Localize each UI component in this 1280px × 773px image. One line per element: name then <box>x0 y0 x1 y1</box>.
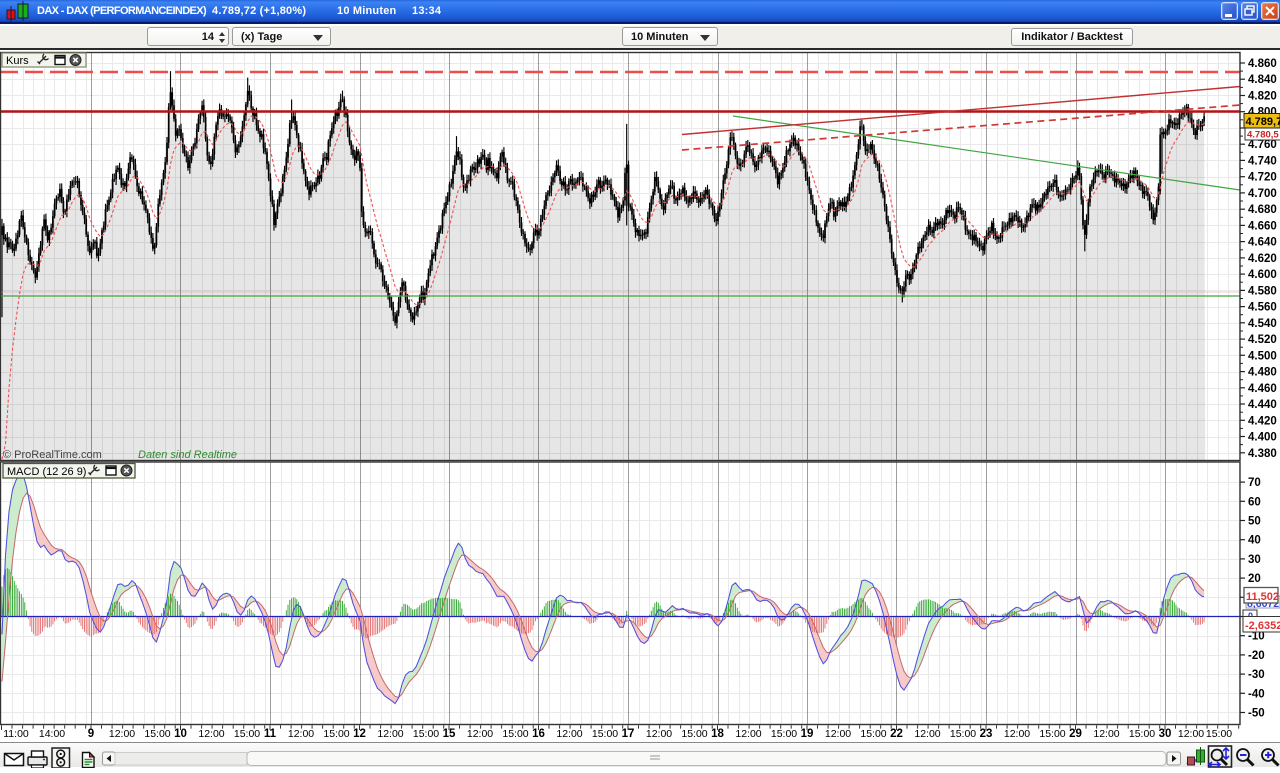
svg-text:4.380: 4.380 <box>1248 448 1277 460</box>
svg-text:23: 23 <box>980 728 993 740</box>
svg-text:4.640: 4.640 <box>1248 237 1277 249</box>
svg-text:15:00: 15:00 <box>502 728 528 740</box>
svg-text:30: 30 <box>1248 554 1261 566</box>
svg-text:12:00: 12:00 <box>467 728 493 740</box>
svg-text:12:00: 12:00 <box>1093 728 1119 740</box>
svg-text:12:00: 12:00 <box>825 728 851 740</box>
svg-text:4.480: 4.480 <box>1248 367 1277 379</box>
svg-text:© ProRealTime.com: © ProRealTime.com <box>3 449 102 461</box>
svg-text:4.580: 4.580 <box>1248 285 1277 297</box>
svg-text:12:00: 12:00 <box>198 728 224 740</box>
svg-text:4.600: 4.600 <box>1248 269 1277 281</box>
svg-text:22: 22 <box>890 728 903 740</box>
svg-text:4.460: 4.460 <box>1248 383 1277 395</box>
svg-text:4.400: 4.400 <box>1248 432 1277 444</box>
svg-text:4.820: 4.820 <box>1248 91 1277 103</box>
svg-text:4.780,5: 4.780,5 <box>1247 130 1279 141</box>
svg-text:12:00: 12:00 <box>914 728 940 740</box>
svg-text:-40: -40 <box>1248 688 1265 700</box>
svg-text:12:00: 12:00 <box>109 728 135 740</box>
svg-text:4.760: 4.760 <box>1248 139 1277 151</box>
svg-text:12:00: 12:00 <box>735 728 761 740</box>
svg-text:12:00: 12:00 <box>288 728 314 740</box>
svg-text:12: 12 <box>353 728 366 740</box>
svg-text:70: 70 <box>1248 477 1261 489</box>
svg-text:15:00: 15:00 <box>592 728 618 740</box>
svg-text:12:00: 12:00 <box>1178 728 1204 740</box>
svg-text:-30: -30 <box>1248 669 1265 681</box>
svg-text:4.720: 4.720 <box>1248 172 1277 184</box>
svg-text:15:00: 15:00 <box>144 728 170 740</box>
svg-text:12:00: 12:00 <box>377 728 403 740</box>
svg-text:-50: -50 <box>1248 708 1265 720</box>
svg-text:4.620: 4.620 <box>1248 253 1277 265</box>
svg-text:50: 50 <box>1248 516 1261 528</box>
svg-text:12:00: 12:00 <box>1004 728 1030 740</box>
svg-text:15:00: 15:00 <box>1206 728 1232 740</box>
svg-text:29: 29 <box>1069 728 1082 740</box>
svg-text:Kurs: Kurs <box>6 55 29 67</box>
svg-text:17: 17 <box>622 728 635 740</box>
svg-text:4.680: 4.680 <box>1248 204 1277 216</box>
svg-text:15: 15 <box>443 728 456 740</box>
svg-text:10: 10 <box>174 728 187 740</box>
svg-text:15:00: 15:00 <box>950 728 976 740</box>
svg-text:4.840: 4.840 <box>1248 74 1277 86</box>
svg-text:15:00: 15:00 <box>860 728 886 740</box>
svg-text:40: 40 <box>1248 535 1261 547</box>
svg-text:4.660: 4.660 <box>1248 220 1277 232</box>
svg-text:MACD (12 26 9): MACD (12 26 9) <box>7 466 86 478</box>
svg-text:19: 19 <box>801 728 814 740</box>
svg-text:30: 30 <box>1159 728 1172 740</box>
svg-text:15:00: 15:00 <box>234 728 260 740</box>
svg-text:15:00: 15:00 <box>681 728 707 740</box>
svg-text:15:00: 15:00 <box>323 728 349 740</box>
svg-text:4.520: 4.520 <box>1248 334 1277 346</box>
svg-text:11:00: 11:00 <box>3 728 29 740</box>
svg-text:4.500: 4.500 <box>1248 350 1277 362</box>
svg-text:11,502: 11,502 <box>1246 591 1279 603</box>
svg-text:4.440: 4.440 <box>1248 399 1277 411</box>
svg-text:Daten sind Realtime: Daten sind Realtime <box>138 449 237 461</box>
svg-text:15:00: 15:00 <box>771 728 797 740</box>
svg-text:12:00: 12:00 <box>556 728 582 740</box>
svg-text:11: 11 <box>264 728 277 740</box>
svg-text:60: 60 <box>1248 496 1261 508</box>
svg-text:15:00: 15:00 <box>1039 728 1065 740</box>
svg-text:4.700: 4.700 <box>1248 188 1277 200</box>
svg-text:4.560: 4.560 <box>1248 302 1277 314</box>
svg-text:-20: -20 <box>1248 650 1265 662</box>
svg-text:18: 18 <box>711 728 724 740</box>
svg-text:4.420: 4.420 <box>1248 415 1277 427</box>
svg-text:15:00: 15:00 <box>413 728 439 740</box>
svg-text:9: 9 <box>88 728 94 740</box>
svg-text:15:00: 15:00 <box>1129 728 1155 740</box>
svg-text:4.789,72: 4.789,72 <box>1246 116 1280 128</box>
svg-text:16: 16 <box>532 728 545 740</box>
svg-text:4.860: 4.860 <box>1248 58 1277 70</box>
svg-text:14:00: 14:00 <box>39 728 65 740</box>
svg-text:4.540: 4.540 <box>1248 318 1277 330</box>
svg-text:4.740: 4.740 <box>1248 155 1277 167</box>
svg-text:12:00: 12:00 <box>646 728 672 740</box>
svg-text:-2,6352: -2,6352 <box>1245 620 1280 632</box>
svg-text:20: 20 <box>1248 573 1261 585</box>
